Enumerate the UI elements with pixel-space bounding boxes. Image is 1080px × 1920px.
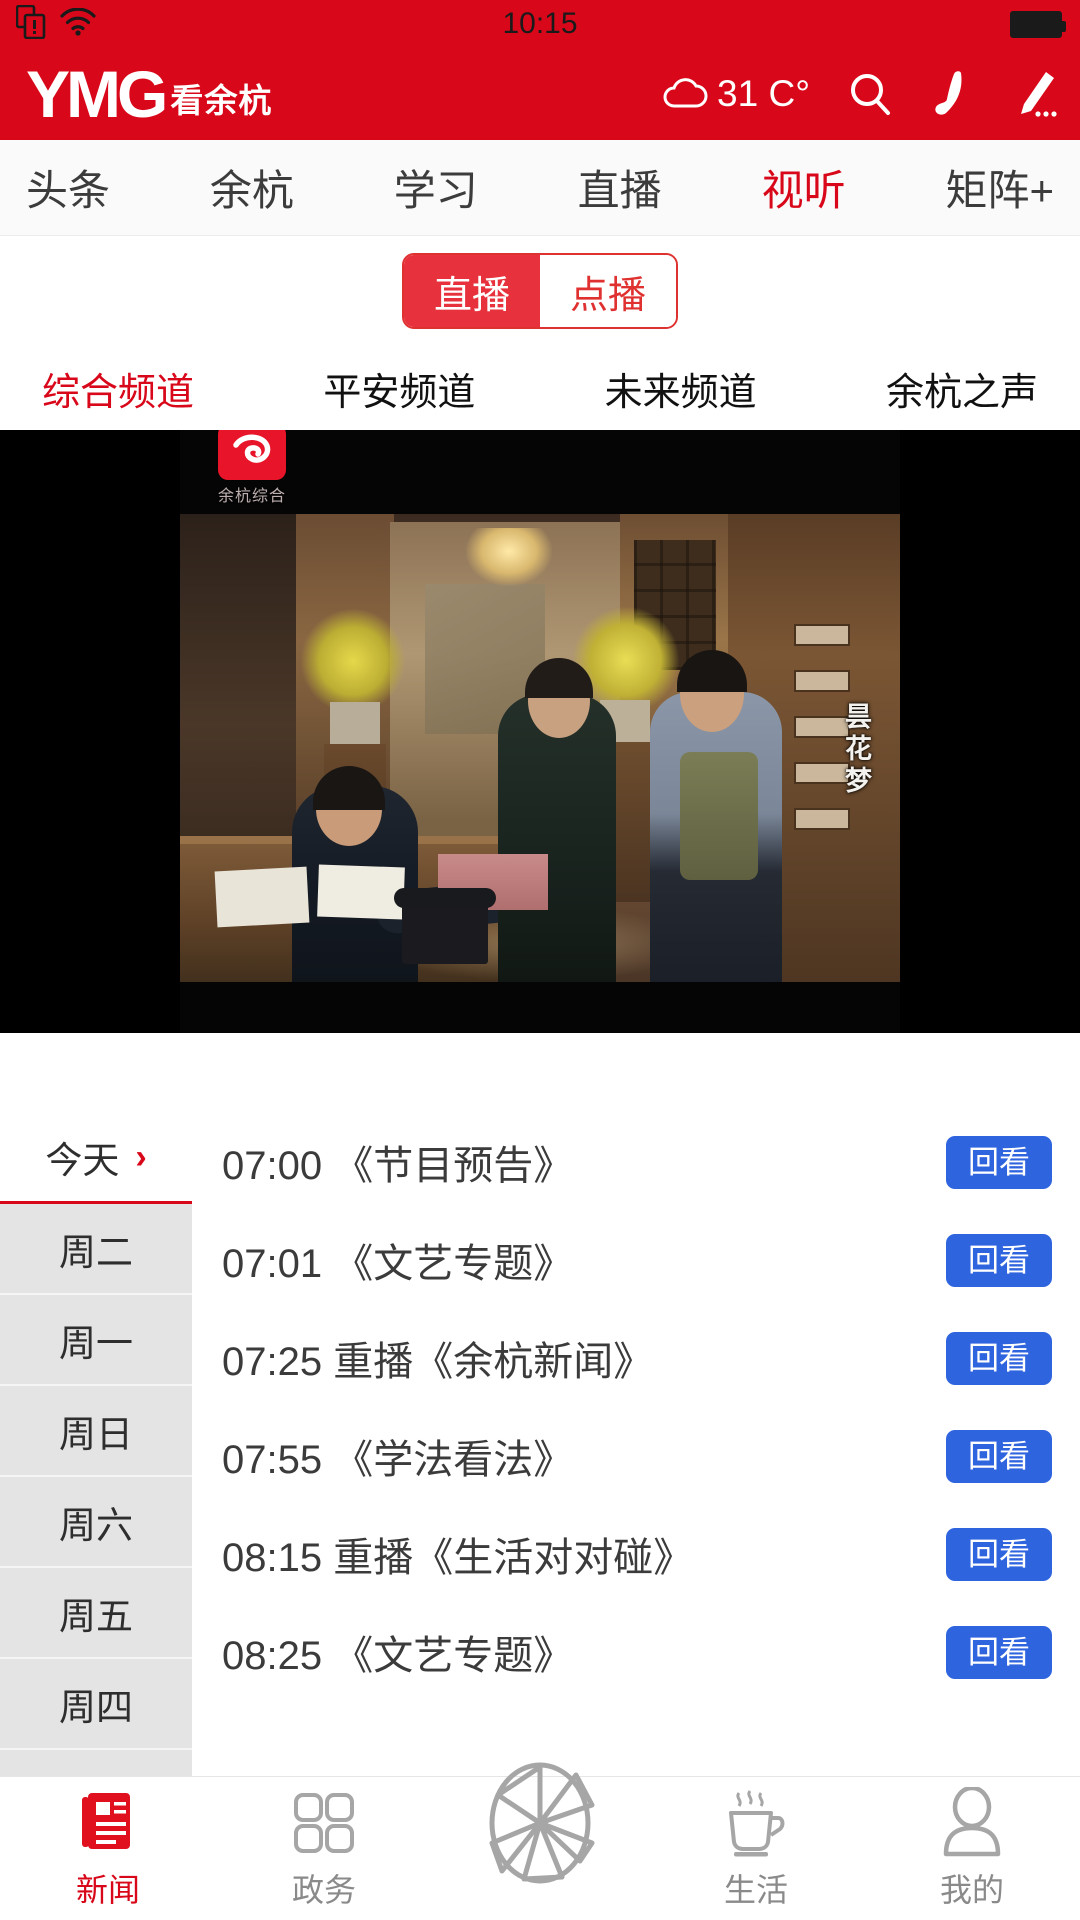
channel-pingan[interactable]: 平安频道 xyxy=(323,361,475,416)
tab-mine[interactable]: 我的 xyxy=(864,1787,1080,1911)
channel-watermark-label: 余杭综合 xyxy=(217,488,286,505)
app-logo: YMG 看余杭 xyxy=(26,56,273,131)
search-icon[interactable] xyxy=(846,70,894,118)
replay-button[interactable]: 回看 xyxy=(946,1625,1052,1679)
channel-watermark: 余杭综合 xyxy=(216,430,288,506)
tab-camera[interactable] xyxy=(432,1762,648,1884)
nav-tab-juzhen[interactable]: 矩阵+ xyxy=(945,157,1054,218)
day-item-sunday[interactable]: 周日 xyxy=(0,1386,192,1477)
replay-button[interactable]: 回看 xyxy=(946,1135,1052,1189)
program-title: 08:25 《文艺专题》 xyxy=(222,1634,574,1678)
video-player[interactable]: 昙花梦 余杭综合 xyxy=(0,430,1080,1033)
tab-life[interactable]: 生活 xyxy=(648,1787,864,1911)
primary-nav-tabs: 头条 余杭 学习 直播 视听 矩阵+ xyxy=(0,140,1080,236)
program-schedule: 今天 › 周二 周一 周日 周六 周五 周四 07:00 《节目预告》 回看 0… xyxy=(0,1113,1080,1776)
program-title: 07:55 《学法看法》 xyxy=(222,1438,574,1482)
tab-label: 我的 xyxy=(939,1872,1004,1908)
tab-label: 生活 xyxy=(723,1872,788,1908)
logo-sub-text: 看余杭 xyxy=(170,82,273,120)
channel-yuhangzhisheng[interactable]: 余杭之声 xyxy=(886,361,1038,416)
chevron-right-icon: › xyxy=(135,1138,147,1176)
drama-title-overlay: 昙花梦 xyxy=(841,702,871,798)
program-title: 07:00 《节目预告》 xyxy=(222,1144,574,1188)
segmented-control-container: 直播 点播 xyxy=(0,236,1080,346)
tab-label: 政务 xyxy=(291,1872,356,1908)
day-item-today[interactable]: 今天 › xyxy=(0,1113,192,1204)
program-list: 07:00 《节目预告》 回看 07:01 《文艺专题》 回看 07:25 重播… xyxy=(192,1113,1080,1776)
table-row[interactable]: 07:25 重播《余杭新闻》 回看 xyxy=(192,1309,1080,1407)
nav-tab-yuhang[interactable]: 余杭 xyxy=(210,157,294,218)
day-item-thursday[interactable]: 周四 xyxy=(0,1659,192,1750)
segment-live-button[interactable]: 直播 xyxy=(404,255,540,327)
weather-widget[interactable]: 31 C° xyxy=(662,73,810,115)
replay-button[interactable]: 回看 xyxy=(946,1331,1052,1385)
person-icon xyxy=(940,1787,1004,1859)
channel-logo-icon xyxy=(218,430,286,480)
replay-button[interactable]: 回看 xyxy=(946,1233,1052,1287)
tab-news[interactable]: 新闻 xyxy=(0,1787,216,1911)
phone-icon[interactable] xyxy=(930,69,976,119)
camera-aperture-icon xyxy=(484,1762,596,1884)
status-bar: 10:15 xyxy=(0,0,1080,48)
tab-label: 新闻 xyxy=(75,1872,140,1908)
nav-tab-toutiao[interactable]: 头条 xyxy=(26,157,110,218)
grid-icon xyxy=(290,1787,358,1859)
day-item-friday[interactable]: 周五 xyxy=(0,1568,192,1659)
table-row[interactable]: 08:15 重播《生活对对碰》 回看 xyxy=(192,1505,1080,1603)
battery-icon xyxy=(1010,10,1066,38)
channel-weilai[interactable]: 未来频道 xyxy=(605,361,757,416)
table-row[interactable]: 08:25 《文艺专题》 回看 xyxy=(192,1603,1080,1701)
program-title: 07:25 重播《余杭新闻》 xyxy=(222,1340,654,1384)
weather-temperature: 31 C° xyxy=(717,73,810,114)
day-item-monday[interactable]: 周一 xyxy=(0,1295,192,1386)
logo-main-text: YMG xyxy=(26,56,168,131)
replay-button[interactable]: 回看 xyxy=(946,1527,1052,1581)
bottom-tab-bar: 新闻 政务 生活 我的 xyxy=(0,1762,1080,1920)
nav-tab-xuexi[interactable]: 学习 xyxy=(394,157,478,218)
segment-vod-button[interactable]: 点播 xyxy=(540,255,676,327)
program-title: 07:01 《文艺专题》 xyxy=(222,1242,574,1286)
day-item-saturday[interactable]: 周六 xyxy=(0,1477,192,1568)
pencil-icon[interactable] xyxy=(1012,69,1058,119)
app-header: YMG 看余杭 31 C° xyxy=(0,48,1080,140)
tab-government[interactable]: 政务 xyxy=(216,1787,432,1911)
video-scene-image: 昙花梦 xyxy=(180,514,900,982)
replay-button[interactable]: 回看 xyxy=(946,1429,1052,1483)
nav-tab-zhibo[interactable]: 直播 xyxy=(578,157,662,218)
day-selector-list: 今天 › 周二 周一 周日 周六 周五 周四 xyxy=(0,1113,192,1776)
table-row[interactable]: 07:00 《节目预告》 回看 xyxy=(192,1113,1080,1211)
live-vod-segmented-control: 直播 点播 xyxy=(402,253,678,329)
status-bar-clock: 10:15 xyxy=(502,7,578,40)
channel-selector: 综合频道 平安频道 未来频道 余杭之声 xyxy=(0,346,1080,430)
video-frame: 昙花梦 余杭综合 xyxy=(180,430,900,1033)
day-label: 今天 xyxy=(45,1140,120,1181)
program-title: 08:15 重播《生活对对碰》 xyxy=(222,1536,694,1580)
newspaper-icon xyxy=(76,1787,140,1859)
cloud-icon xyxy=(662,75,708,114)
table-row[interactable]: 07:01 《文艺专题》 回看 xyxy=(192,1211,1080,1309)
day-item-tuesday[interactable]: 周二 xyxy=(0,1204,192,1295)
nav-tab-shiting[interactable]: 视听 xyxy=(762,157,846,218)
table-row[interactable]: 07:55 《学法看法》 回看 xyxy=(192,1407,1080,1505)
header-actions: 31 C° xyxy=(662,69,1058,119)
channel-zonghe[interactable]: 综合频道 xyxy=(42,361,194,416)
coffee-cup-icon xyxy=(721,1787,791,1859)
